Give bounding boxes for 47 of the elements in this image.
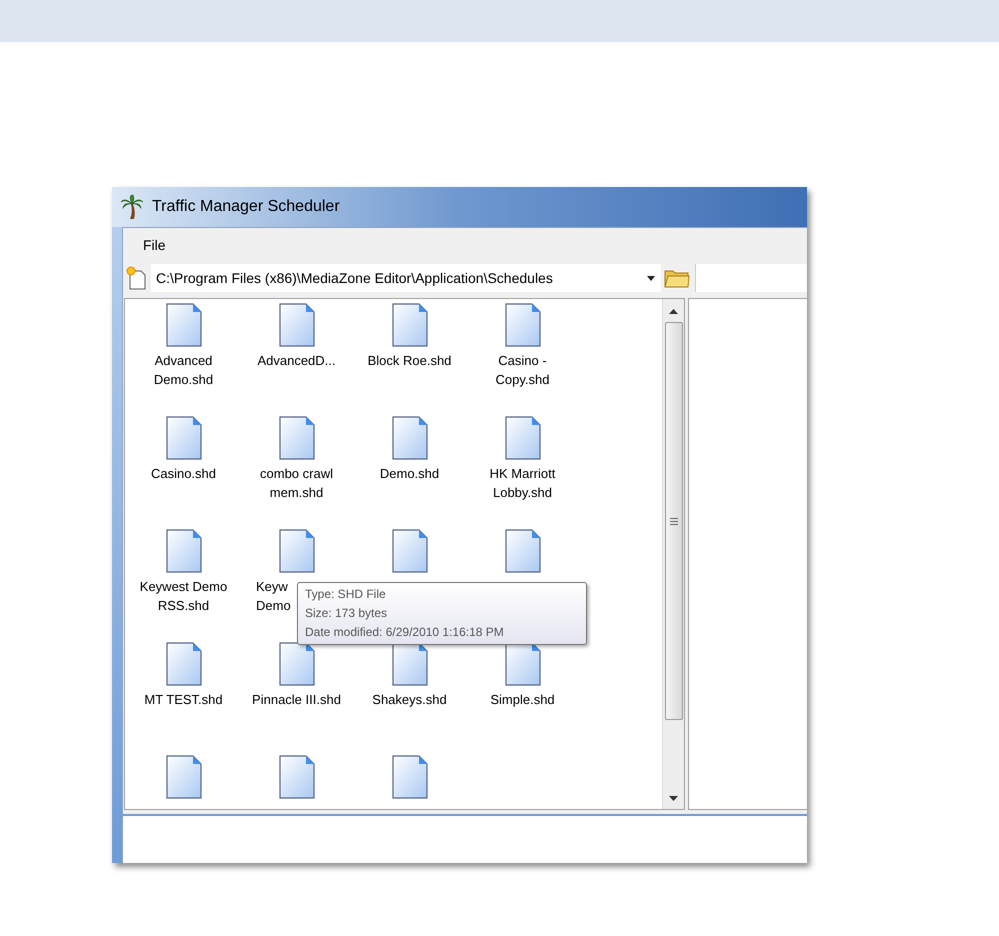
document-icon bbox=[390, 529, 428, 573]
file-name[interactable]: Advanced Demo.shd bbox=[138, 351, 230, 389]
file-name[interactable]: Pinnacle III.shd bbox=[250, 690, 342, 709]
file-name[interactable]: HK Marriott Lobby.shd bbox=[476, 464, 568, 502]
path-dropdown[interactable]: C:\Program Files (x86)\MediaZone Editor\Application\Schedules bbox=[151, 264, 661, 292]
grip-icon bbox=[670, 518, 678, 524]
vertical-scrollbar[interactable] bbox=[662, 299, 684, 809]
document-icon bbox=[278, 642, 316, 686]
document-icon bbox=[390, 642, 428, 686]
document-icon bbox=[390, 303, 428, 347]
new-document-icon[interactable] bbox=[125, 266, 147, 290]
file-name[interactable]: Casino.shd bbox=[138, 464, 230, 483]
menu-item[interactable]: File bbox=[143, 234, 166, 256]
document-icon bbox=[504, 303, 542, 347]
document-icon bbox=[504, 529, 542, 573]
document-icon bbox=[164, 642, 202, 686]
file-name[interactable]: Keyw Demo bbox=[256, 577, 294, 615]
file-name[interactable]: Demo.shd bbox=[364, 464, 456, 483]
file-name[interactable]: Block Roe.shd bbox=[364, 351, 456, 370]
file-name[interactable]: combo crawl mem.shd bbox=[250, 464, 342, 502]
scroll-down-icon[interactable] bbox=[669, 796, 678, 801]
tooltip-line: Size: 173 bytes bbox=[305, 605, 388, 622]
dropdown-caret-icon bbox=[647, 276, 655, 280]
document-icon bbox=[278, 416, 316, 460]
file-name[interactable]: AdvancedD... bbox=[250, 351, 342, 370]
file-name[interactable]: Keywest Demo RSS.shd bbox=[138, 577, 230, 615]
scroll-up-icon[interactable] bbox=[669, 309, 678, 314]
document-icon bbox=[504, 642, 542, 686]
file-name[interactable]: MT TEST.shd bbox=[138, 690, 230, 709]
document-icon bbox=[278, 755, 316, 799]
document-icon bbox=[164, 416, 202, 460]
document-icon bbox=[278, 303, 316, 347]
document-icon bbox=[164, 529, 202, 573]
file-name[interactable]: Casino - Copy.shd bbox=[476, 351, 568, 389]
document-icon bbox=[504, 416, 542, 460]
document-icon bbox=[278, 529, 316, 573]
file-name[interactable]: Simple.shd bbox=[476, 690, 568, 709]
scroll-thumb[interactable] bbox=[664, 322, 682, 720]
file-name[interactable]: Shakeys.shd bbox=[364, 690, 456, 709]
document-icon bbox=[164, 755, 202, 799]
document-icon bbox=[164, 303, 202, 347]
tooltip-line: Type: SHD File bbox=[305, 586, 387, 603]
tooltip-line: Date modified: 6/29/2010 1:16:18 PM bbox=[305, 624, 505, 641]
document-icon bbox=[390, 755, 428, 799]
window-title: Traffic Manager Scheduler bbox=[152, 197, 340, 217]
palm-tree-icon bbox=[120, 194, 144, 220]
document-icon bbox=[390, 416, 428, 460]
